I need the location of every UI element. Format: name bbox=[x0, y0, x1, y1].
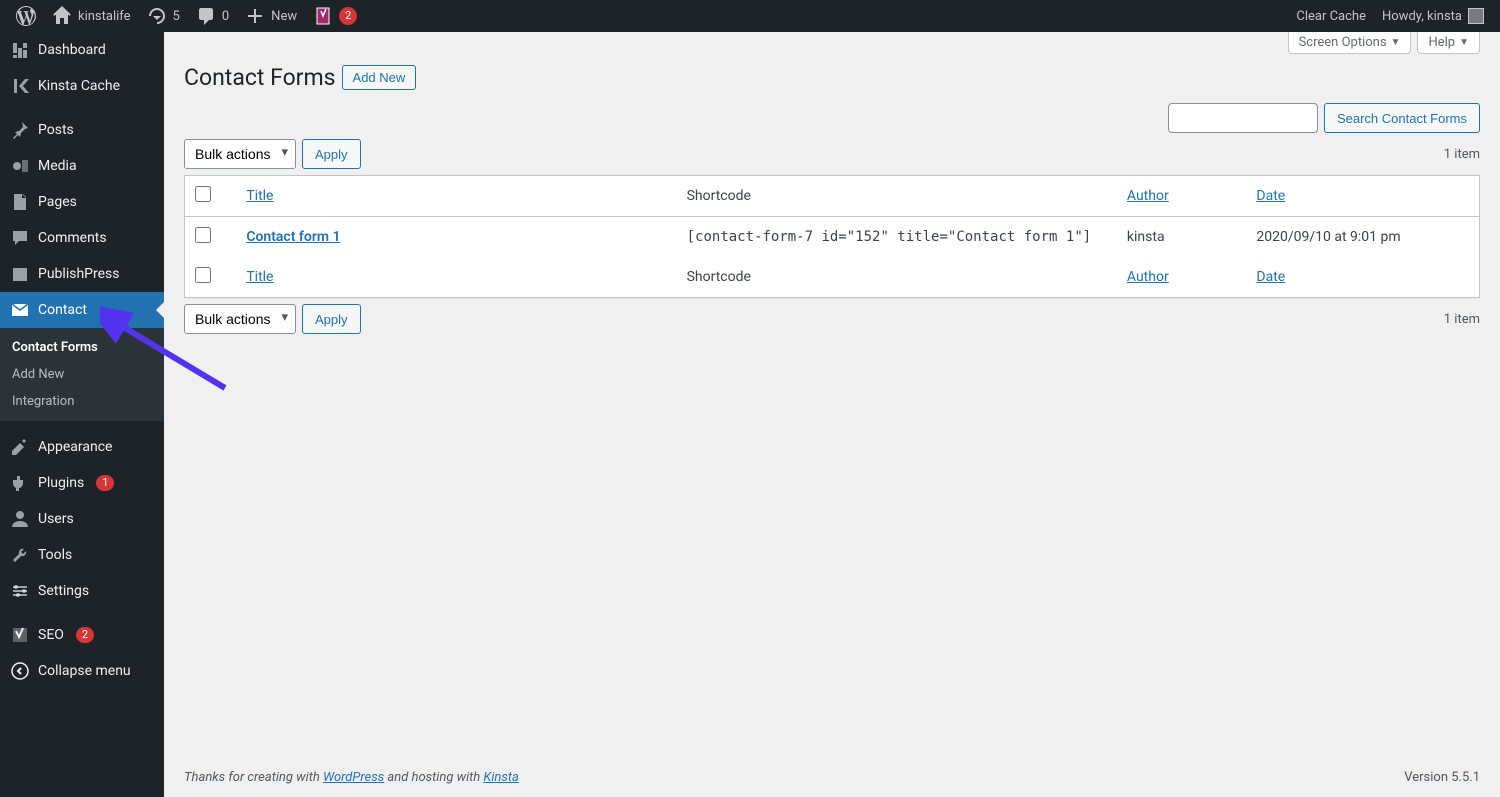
bulk-actions-select[interactable]: Bulk actions bbox=[184, 139, 296, 169]
col-author[interactable]: Author bbox=[1127, 188, 1169, 204]
avatar bbox=[1468, 8, 1484, 24]
table-row: Contact form 1 [contact-form-7 id="152" … bbox=[185, 217, 1480, 258]
clear-cache-link[interactable]: Clear Cache bbox=[1288, 0, 1374, 32]
search-input[interactable] bbox=[1168, 103, 1318, 133]
sidebar-item-media[interactable]: Media bbox=[0, 148, 164, 184]
contact-submenu: Contact Forms Add New Integration bbox=[0, 328, 164, 421]
wp-logo[interactable] bbox=[8, 0, 44, 32]
collapse-menu[interactable]: Collapse menu bbox=[0, 653, 164, 689]
form-date: 2020/09/10 at 9:01 pm bbox=[1256, 229, 1400, 245]
version: Version 5.5.1 bbox=[1404, 770, 1480, 785]
select-all-top[interactable] bbox=[195, 186, 211, 202]
footer-thanks-1: Thanks for creating with bbox=[184, 770, 323, 785]
sidebar-item-settings[interactable]: Settings bbox=[0, 573, 164, 609]
sidebar-item-comments[interactable]: Comments bbox=[0, 220, 164, 256]
new-content[interactable]: New bbox=[237, 0, 305, 32]
submenu-add-new[interactable]: Add New bbox=[0, 361, 164, 388]
comment-count: 0 bbox=[222, 9, 229, 24]
apply-button-bottom[interactable]: Apply bbox=[302, 304, 361, 334]
footer: Thanks for creating with WordPress and h… bbox=[164, 758, 1500, 797]
admin-sidebar: Dashboard Kinsta Cache Posts Media Pages… bbox=[0, 32, 164, 797]
sidebar-item-contact[interactable]: Contact bbox=[0, 292, 164, 328]
add-new-button[interactable]: Add New bbox=[342, 65, 417, 90]
site-name[interactable]: kinstalife bbox=[44, 0, 139, 32]
col-shortcode: Shortcode bbox=[687, 188, 751, 204]
yoast-icon bbox=[313, 6, 333, 26]
item-count-top: 1 item bbox=[1444, 147, 1480, 162]
admin-bar: kinstalife 5 0 New 2 Clear Cache Howdy, … bbox=[0, 0, 1500, 32]
forms-table: Title Shortcode Author Date Contact form… bbox=[184, 175, 1480, 298]
home-icon bbox=[52, 6, 72, 26]
yoast-icon bbox=[10, 625, 30, 645]
sidebar-item-pages[interactable]: Pages bbox=[0, 184, 164, 220]
media-icon bbox=[10, 156, 30, 176]
footer-thanks-2: and hosting with bbox=[384, 770, 483, 785]
comments-count[interactable]: 0 bbox=[188, 0, 237, 32]
sidebar-item-dashboard[interactable]: Dashboard bbox=[0, 32, 164, 68]
sidebar-item-publishpress[interactable]: PublishPress bbox=[0, 256, 164, 292]
comment-icon bbox=[196, 6, 216, 26]
col-author-foot[interactable]: Author bbox=[1127, 269, 1169, 285]
select-all-bottom[interactable] bbox=[195, 267, 211, 283]
page-icon bbox=[10, 192, 30, 212]
updates[interactable]: 5 bbox=[139, 0, 188, 32]
row-checkbox[interactable] bbox=[195, 227, 211, 243]
plugins-badge: 1 bbox=[96, 475, 114, 490]
screen-options-tab[interactable]: Screen Options▼ bbox=[1288, 32, 1412, 54]
chevron-down-icon: ▼ bbox=[1391, 37, 1401, 48]
content-area: Screen Options▼ Help▼ Contact Forms Add … bbox=[164, 32, 1500, 797]
updates-count: 5 bbox=[173, 9, 180, 24]
sidebar-item-tools[interactable]: Tools bbox=[0, 537, 164, 573]
chevron-down-icon: ▼ bbox=[1459, 37, 1469, 48]
site-title: kinstalife bbox=[78, 9, 131, 24]
submenu-integration[interactable]: Integration bbox=[0, 388, 164, 415]
help-tab[interactable]: Help▼ bbox=[1417, 32, 1480, 54]
bulk-actions-select-bottom[interactable]: Bulk actions bbox=[184, 304, 296, 334]
new-label: New bbox=[271, 9, 297, 24]
col-date[interactable]: Date bbox=[1256, 188, 1285, 204]
item-count-bottom: 1 item bbox=[1444, 312, 1480, 327]
tools-icon bbox=[10, 545, 30, 565]
kinsta-link[interactable]: Kinsta bbox=[483, 770, 518, 785]
update-icon bbox=[147, 6, 167, 26]
dashboard-icon bbox=[10, 40, 30, 60]
submenu-contact-forms[interactable]: Contact Forms bbox=[0, 334, 164, 361]
plus-icon bbox=[245, 6, 265, 26]
settings-icon bbox=[10, 581, 30, 601]
wordpress-link[interactable]: WordPress bbox=[323, 770, 384, 785]
col-title[interactable]: Title bbox=[246, 188, 273, 204]
col-shortcode-foot: Shortcode bbox=[687, 269, 751, 285]
comment-icon bbox=[10, 228, 30, 248]
form-shortcode: [contact-form-7 id="152" title="Contact … bbox=[687, 229, 1092, 245]
form-title-link[interactable]: Contact form 1 bbox=[246, 229, 340, 245]
form-author: kinsta bbox=[1127, 229, 1165, 245]
sidebar-item-posts[interactable]: Posts bbox=[0, 112, 164, 148]
yoast-badge: 2 bbox=[339, 7, 357, 25]
col-title-foot[interactable]: Title bbox=[246, 269, 273, 285]
kinsta-icon bbox=[10, 76, 30, 96]
sidebar-item-appearance[interactable]: Appearance bbox=[0, 429, 164, 465]
sidebar-item-kinsta-cache[interactable]: Kinsta Cache bbox=[0, 68, 164, 104]
seo-badge: 2 bbox=[76, 627, 94, 642]
pin-icon bbox=[10, 120, 30, 140]
sidebar-item-users[interactable]: Users bbox=[0, 501, 164, 537]
page-title: Contact Forms bbox=[184, 64, 336, 91]
col-date-foot[interactable]: Date bbox=[1256, 269, 1285, 285]
sidebar-item-seo[interactable]: SEO2 bbox=[0, 617, 164, 653]
user-icon bbox=[10, 509, 30, 529]
calendar-icon bbox=[10, 264, 30, 284]
yoast-item[interactable]: 2 bbox=[305, 0, 365, 32]
apply-button-top[interactable]: Apply bbox=[302, 139, 361, 169]
appearance-icon bbox=[10, 437, 30, 457]
search-button[interactable]: Search Contact Forms bbox=[1324, 103, 1480, 133]
collapse-icon bbox=[10, 661, 30, 681]
wordpress-icon bbox=[16, 6, 36, 26]
email-icon bbox=[10, 300, 30, 320]
howdy-account[interactable]: Howdy, kinsta bbox=[1374, 0, 1492, 32]
sidebar-item-plugins[interactable]: Plugins1 bbox=[0, 465, 164, 501]
plugin-icon bbox=[10, 473, 30, 493]
howdy-text: Howdy, kinsta bbox=[1382, 9, 1462, 24]
